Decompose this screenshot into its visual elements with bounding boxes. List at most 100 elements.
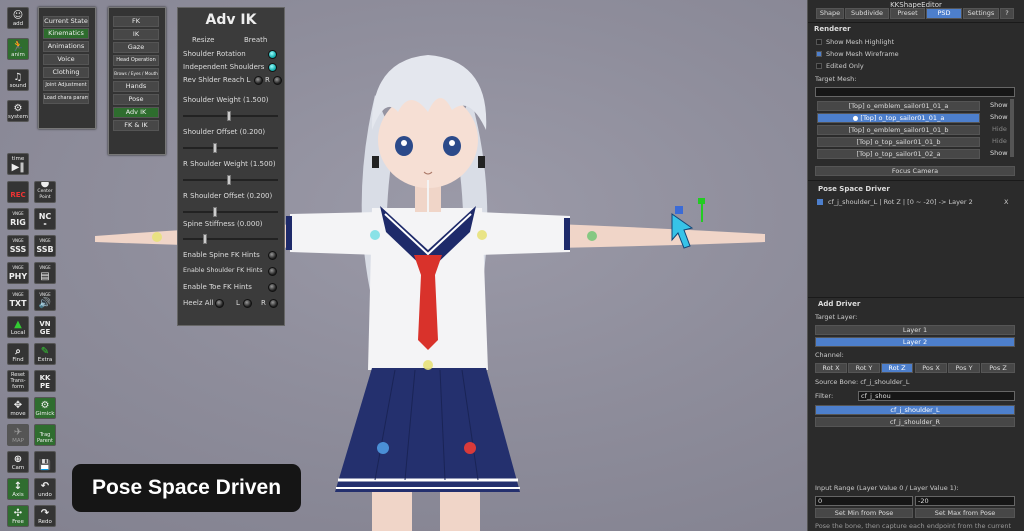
r-shoulder-weight-slider[interactable] [183, 175, 278, 185]
menu-adv-ik[interactable]: Adv IK [113, 107, 159, 118]
menu-joint-adjustment[interactable]: Joint Adjustment [43, 80, 89, 91]
menu-fk[interactable]: FK [113, 16, 159, 27]
channel-pos-x-button[interactable]: Pos X [915, 363, 947, 373]
undo-button[interactable]: ↶ undo [34, 478, 56, 500]
menu-gaze[interactable]: Gaze [113, 42, 159, 53]
mesh-visibility-toggle[interactable]: Hide [992, 137, 1007, 145]
mesh-item[interactable]: [Top] o_emblem_sailor01_01_b [817, 125, 980, 135]
mesh-item[interactable]: [Top] o_top_sailor01_02_a [817, 149, 980, 159]
tab-help[interactable]: ? [1000, 8, 1014, 19]
set-max-from-pose-button[interactable]: Set Max from Pose [915, 508, 1015, 518]
menu-fk-ik[interactable]: FK & IK [113, 120, 159, 131]
menu-clothing[interactable]: Clothing [43, 67, 89, 78]
menu-head-operation[interactable]: Head Operation [113, 55, 159, 66]
channel-rot-x-button[interactable]: Rot X [815, 363, 847, 373]
map-button[interactable]: ✈ MAP [7, 424, 29, 446]
target-mesh-search-input[interactable] [815, 87, 1015, 97]
save-button[interactable]: 💾 [34, 451, 56, 473]
find-button[interactable]: ⌕ Find [7, 343, 29, 365]
free-button[interactable]: ✣ Free [7, 505, 29, 527]
vnge-ssb-button[interactable]: VNGE SSB [34, 235, 56, 257]
spine-stiffness-slider[interactable] [183, 234, 278, 244]
rev-reach-l-toggle[interactable] [254, 76, 263, 85]
independent-shoulders-toggle[interactable] [268, 63, 277, 72]
mesh-list-scrollbar[interactable] [1010, 99, 1014, 157]
speaker-button[interactable]: VNGE 🔊 [34, 289, 56, 311]
extra-button[interactable]: ✎ Extra [34, 343, 56, 365]
heelz-l-toggle[interactable] [243, 299, 252, 308]
bone-option[interactable]: cf_j_shoulder_L [815, 405, 1015, 415]
toe-fk-hints-toggle[interactable] [268, 283, 277, 292]
range-max-input[interactable]: -20 [915, 496, 1015, 506]
mesh-visibility-toggle[interactable]: Hide [992, 125, 1007, 133]
focus-camera-button[interactable]: Focus Camera [815, 166, 1015, 176]
mesh-visibility-toggle[interactable]: Show [990, 149, 1008, 157]
center-point-button[interactable]: ● Center Point [34, 181, 56, 203]
menu-brows-eyes-mouth[interactable]: Brows / Eyes / Mouth [113, 68, 159, 79]
anim-button[interactable]: 🏃 anim [7, 38, 29, 60]
layer-1-button[interactable]: Layer 1 [815, 325, 1015, 335]
menu-current-state[interactable]: Current State [43, 16, 89, 27]
tab-shape[interactable]: Shape [816, 8, 844, 19]
breath-button[interactable]: Breath [244, 36, 267, 44]
axis-button[interactable]: ↕ Axis [7, 478, 29, 500]
move-button[interactable]: ✥ move [7, 397, 29, 419]
menu-voice[interactable]: Voice [43, 54, 89, 65]
kkpe-button[interactable]: KK PE [34, 370, 56, 392]
vnge-txt-button[interactable]: VNGE TXT [7, 289, 29, 311]
vnge-sss-button[interactable]: VNGE SSS [7, 235, 29, 257]
shoulder-fk-hints-toggle[interactable] [268, 267, 277, 276]
mesh-item[interactable]: [Top] o_emblem_sailor01_01_a [817, 101, 980, 111]
add-button[interactable]: ☺ add [7, 7, 29, 29]
r-shoulder-offset-slider[interactable] [183, 207, 278, 217]
tab-settings[interactable]: Settings [963, 8, 999, 19]
heelz-r-toggle[interactable] [269, 299, 278, 308]
mesh-item[interactable]: [Top] o_top_sailor01_01_b [817, 137, 980, 147]
menu-kinematics[interactable]: Kinematics [43, 28, 89, 39]
mesh-visibility-toggle[interactable]: Show [990, 101, 1008, 109]
trag-parent-button[interactable]: Trag Parent [34, 424, 56, 446]
menu-load-chara-param[interactable]: Load chara param [43, 93, 89, 104]
reset-transform-button[interactable]: Reset Trans-form [7, 370, 29, 392]
heelz-all-toggle[interactable] [215, 299, 224, 308]
shoulder-rotation-toggle[interactable] [268, 50, 277, 59]
system-button[interactable]: ⚙ system [7, 100, 29, 122]
rev-reach-r-toggle[interactable] [273, 76, 282, 85]
mesh-item-selected[interactable]: ● [Top] o_top_sailor01_01_a [817, 113, 980, 123]
driver-entry[interactable]: cf_j_shoulder_L | Rot Z | [0 ~ -20] -> L… [828, 198, 973, 206]
local-button[interactable]: ▲ Local [7, 316, 29, 338]
range-min-input[interactable]: 0 [815, 496, 913, 506]
nc-button[interactable]: NC ⚭ [34, 208, 56, 230]
vnge-rig-button[interactable]: VNGE RIG [7, 208, 29, 230]
edited-only-checkbox[interactable] [816, 63, 822, 69]
document-button[interactable]: VNGE ▤ [34, 262, 56, 284]
gimick-button[interactable]: ⚙ Gimick [34, 397, 56, 419]
rec-button[interactable]: REC [7, 181, 29, 203]
filter-input[interactable]: cf_j_shou [858, 391, 1015, 401]
resize-button[interactable]: Resize [192, 36, 214, 44]
menu-pose[interactable]: Pose [113, 94, 159, 105]
shoulder-weight-slider[interactable] [183, 111, 278, 121]
channel-rot-z-button[interactable]: Rot Z [881, 363, 913, 373]
slider-thumb[interactable] [227, 175, 231, 185]
vnge-button[interactable]: VN GE [34, 316, 56, 338]
slider-thumb[interactable] [203, 234, 207, 244]
tab-subdivide[interactable]: Subdivide [845, 8, 889, 19]
slider-thumb[interactable] [213, 143, 217, 153]
show-mesh-wireframe-checkbox[interactable] [816, 51, 822, 57]
vnge-phy-button[interactable]: VNGE PHY [7, 262, 29, 284]
mesh-visibility-toggle[interactable]: Show [990, 113, 1008, 121]
spine-fk-hints-toggle[interactable] [268, 251, 277, 260]
menu-hands[interactable]: Hands [113, 81, 159, 92]
shoulder-offset-slider[interactable] [183, 143, 278, 153]
sound-button[interactable]: ♫ sound [7, 69, 29, 91]
tab-preset[interactable]: Preset [890, 8, 925, 19]
remove-driver-button[interactable]: X [1004, 198, 1008, 206]
channel-pos-y-button[interactable]: Pos Y [948, 363, 980, 373]
set-min-from-pose-button[interactable]: Set Min from Pose [815, 508, 913, 518]
menu-ik[interactable]: IK [113, 29, 159, 40]
layer-2-button[interactable]: Layer 2 [815, 337, 1015, 347]
channel-pos-z-button[interactable]: Pos Z [981, 363, 1015, 373]
slider-thumb[interactable] [213, 207, 217, 217]
bone-option[interactable]: cf_j_shoulder_R [815, 417, 1015, 427]
